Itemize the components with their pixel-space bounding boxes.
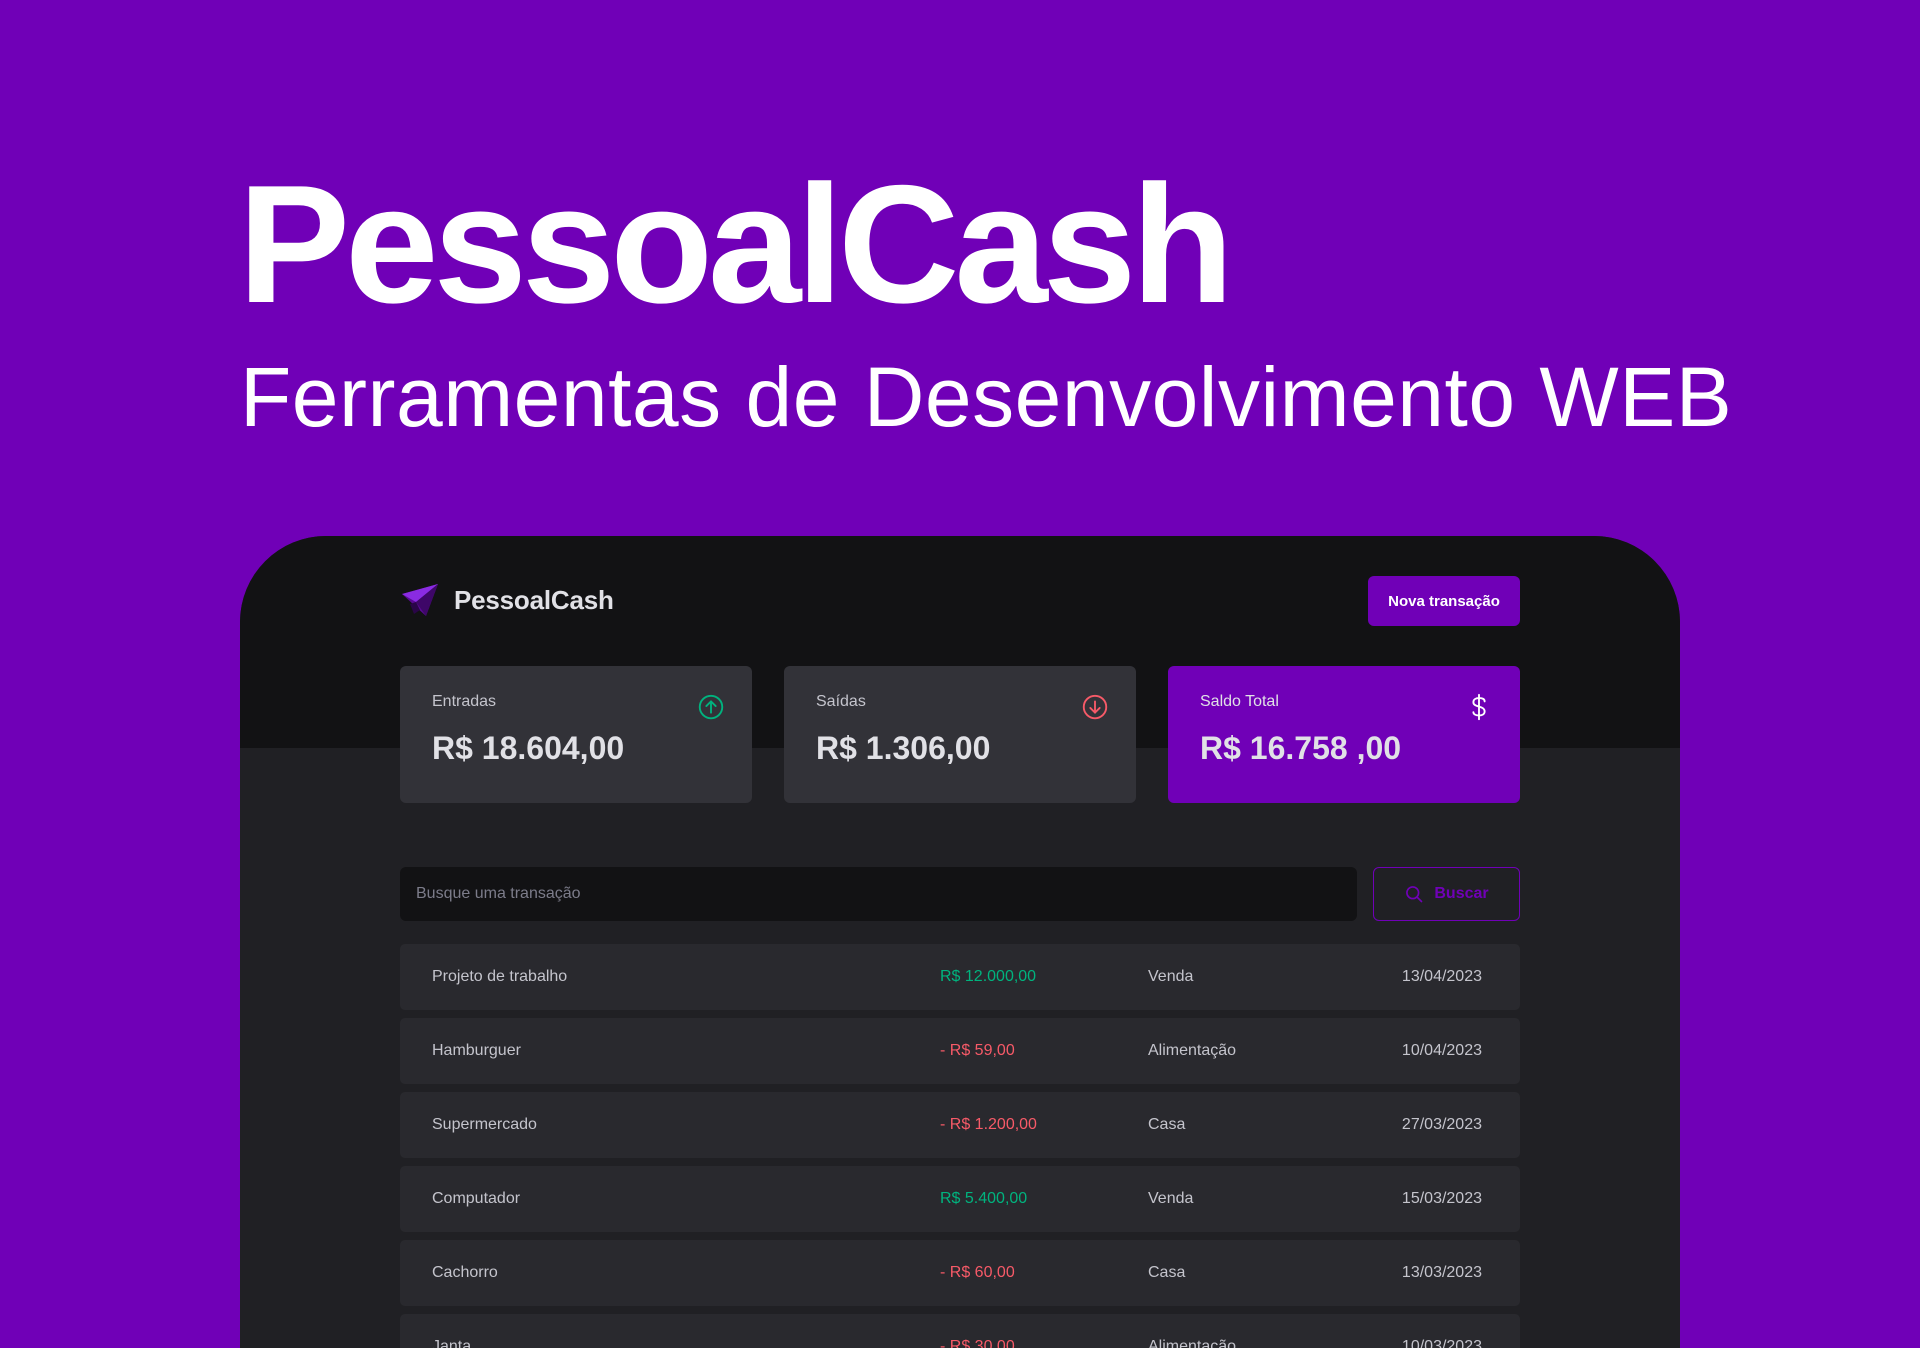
brand-name: PessoalCash <box>454 584 614 615</box>
app-window: PessoalCash Nova transação Entradas R$ 1… <box>240 536 1680 1348</box>
arrow-circle-down-icon <box>1082 694 1108 720</box>
table-row[interactable]: Computador R$ 5.400,00 Venda 15/03/2023 <box>400 1166 1520 1232</box>
transactions-table: Projeto de trabalho R$ 12.000,00 Venda 1… <box>400 944 1520 1348</box>
transaction-category: Alimentação <box>1148 1042 1237 1059</box>
magnifying-glass-icon <box>1406 886 1423 903</box>
transaction-description: Hamburguer <box>432 1042 521 1059</box>
table-row[interactable]: Janta - R$ 30,00 Alimentação 10/03/2023 <box>400 1314 1520 1348</box>
transaction-category: Venda <box>1148 1190 1194 1207</box>
arrow-circle-up-icon <box>698 694 724 720</box>
transaction-category: Casa <box>1148 1116 1186 1133</box>
summary-card-outcome: Saídas R$ 1.306,00 <box>784 666 1136 803</box>
transaction-description: Janta <box>432 1338 472 1348</box>
table-row[interactable]: Cachorro - R$ 60,00 Casa 13/03/2023 <box>400 1240 1520 1306</box>
transaction-date: 10/03/2023 <box>1401 1338 1482 1348</box>
summary-card-value: R$ 16.758 ,00 <box>1200 730 1402 766</box>
paper-plane-logo-icon <box>402 584 438 616</box>
brand[interactable]: PessoalCash <box>400 580 614 620</box>
summary-card-label: Saldo Total <box>1200 693 1279 710</box>
summary-card-label: Entradas <box>432 693 497 710</box>
transaction-description: Cachorro <box>432 1264 498 1281</box>
hero-title: PessoalCash <box>238 150 1234 338</box>
transaction-amount: - R$ 30,00 <box>940 1338 1015 1348</box>
new-transaction-button[interactable]: Nova transação <box>1368 576 1520 626</box>
summary-card-label: Saídas <box>816 693 866 710</box>
transaction-category: Casa <box>1148 1264 1186 1281</box>
transaction-description: Supermercado <box>432 1116 537 1133</box>
summary-card-value: R$ 1.306,00 <box>816 730 991 766</box>
transaction-description: Computador <box>432 1190 521 1207</box>
transaction-date: 27/03/2023 <box>1401 1116 1482 1133</box>
summary-card-total: Saldo Total R$ 16.758 ,00 <box>1168 666 1520 803</box>
search-input[interactable] <box>400 867 1357 921</box>
transaction-amount: - R$ 60,00 <box>940 1264 1015 1281</box>
search-button-label: Buscar <box>1434 885 1489 902</box>
table-row[interactable]: Hamburguer - R$ 59,00 Alimentação 10/04/… <box>400 1018 1520 1084</box>
table-row[interactable]: Supermercado - R$ 1.200,00 Casa 27/03/20… <box>400 1092 1520 1158</box>
currency-dollar-icon <box>1472 693 1486 721</box>
transaction-description: Projeto de trabalho <box>432 968 568 985</box>
transaction-category: Alimentação <box>1148 1338 1237 1348</box>
transaction-amount: R$ 12.000,00 <box>940 968 1037 985</box>
search-button[interactable]: Buscar <box>1373 867 1520 921</box>
transaction-category: Venda <box>1148 968 1194 985</box>
hero-subtitle: Ferramentas de Desenvolvimento WEB <box>240 350 1733 444</box>
transaction-date: 13/03/2023 <box>1401 1264 1482 1281</box>
transaction-date: 15/03/2023 <box>1401 1190 1482 1207</box>
transaction-amount: - R$ 59,00 <box>940 1042 1015 1059</box>
summary-card-value: R$ 18.604,00 <box>432 730 625 766</box>
transaction-date: 13/04/2023 <box>1401 968 1482 985</box>
summary-card-income: Entradas R$ 18.604,00 <box>400 666 752 803</box>
transaction-date: 10/04/2023 <box>1401 1042 1482 1059</box>
table-row[interactable]: Projeto de trabalho R$ 12.000,00 Venda 1… <box>400 944 1520 1010</box>
transaction-amount: R$ 5.400,00 <box>940 1190 1028 1207</box>
transaction-amount: - R$ 1.200,00 <box>940 1116 1037 1133</box>
